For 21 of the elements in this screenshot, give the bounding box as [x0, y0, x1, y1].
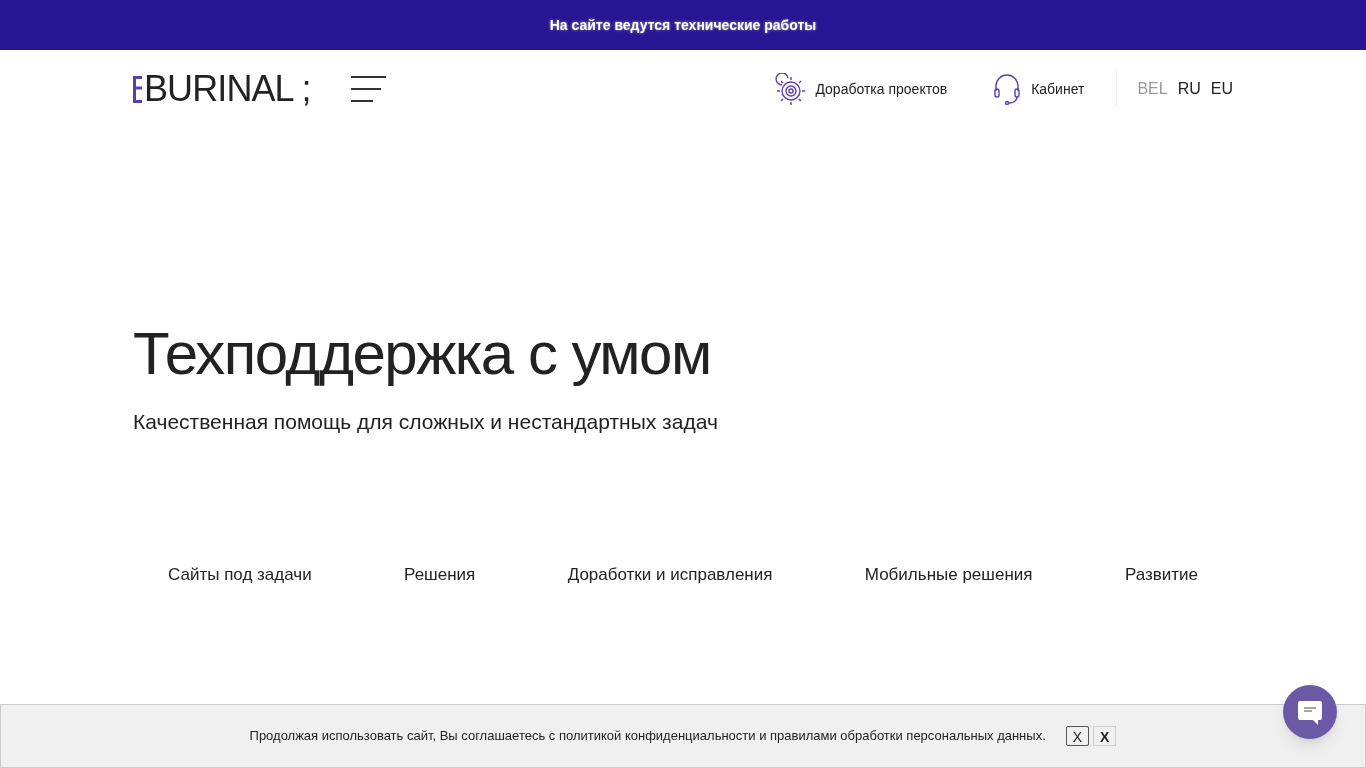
category-link[interactable]: Развитие: [1124, 561, 1198, 587]
chat-bubble-icon: [1296, 698, 1324, 726]
category-link[interactable]: Мобильные решения: [864, 561, 1033, 587]
logo-mark-icon: [133, 75, 143, 103]
language-link[interactable]: EU: [1210, 77, 1233, 101]
headset-icon: [993, 73, 1022, 105]
close-button[interactable]: X: [1093, 726, 1117, 746]
close-button[interactable]: X: [1065, 726, 1090, 746]
maintenance-notice: На сайте ведутся технические работы: [549, 15, 817, 35]
category-link[interactable]: Решения: [404, 561, 476, 587]
category-link[interactable]: Сайты под задачи: [168, 561, 312, 587]
header-link[interactable]: Кабинет: [1031, 78, 1085, 100]
hero-title: Техподдержка с умом: [133, 324, 712, 384]
logo[interactable]: BURINAL ;: [133, 69, 311, 109]
hero-subtitle: Качественная помощь для сложных и нестандартных задач: [133, 409, 719, 435]
header-link[interactable]: Доработка проектов: [815, 78, 948, 100]
category-link[interactable]: Доработки и исправления: [567, 561, 773, 587]
cookie-notice: Продолжая использовать сайт, Вы соглашаетесь с политикой конфиденциальности и правилами обработки персональных данных.: [249, 727, 1046, 746]
chat-button[interactable]: [1283, 685, 1337, 739]
menu-icon[interactable]: [350, 76, 387, 102]
language-link[interactable]: RU: [1177, 77, 1201, 101]
